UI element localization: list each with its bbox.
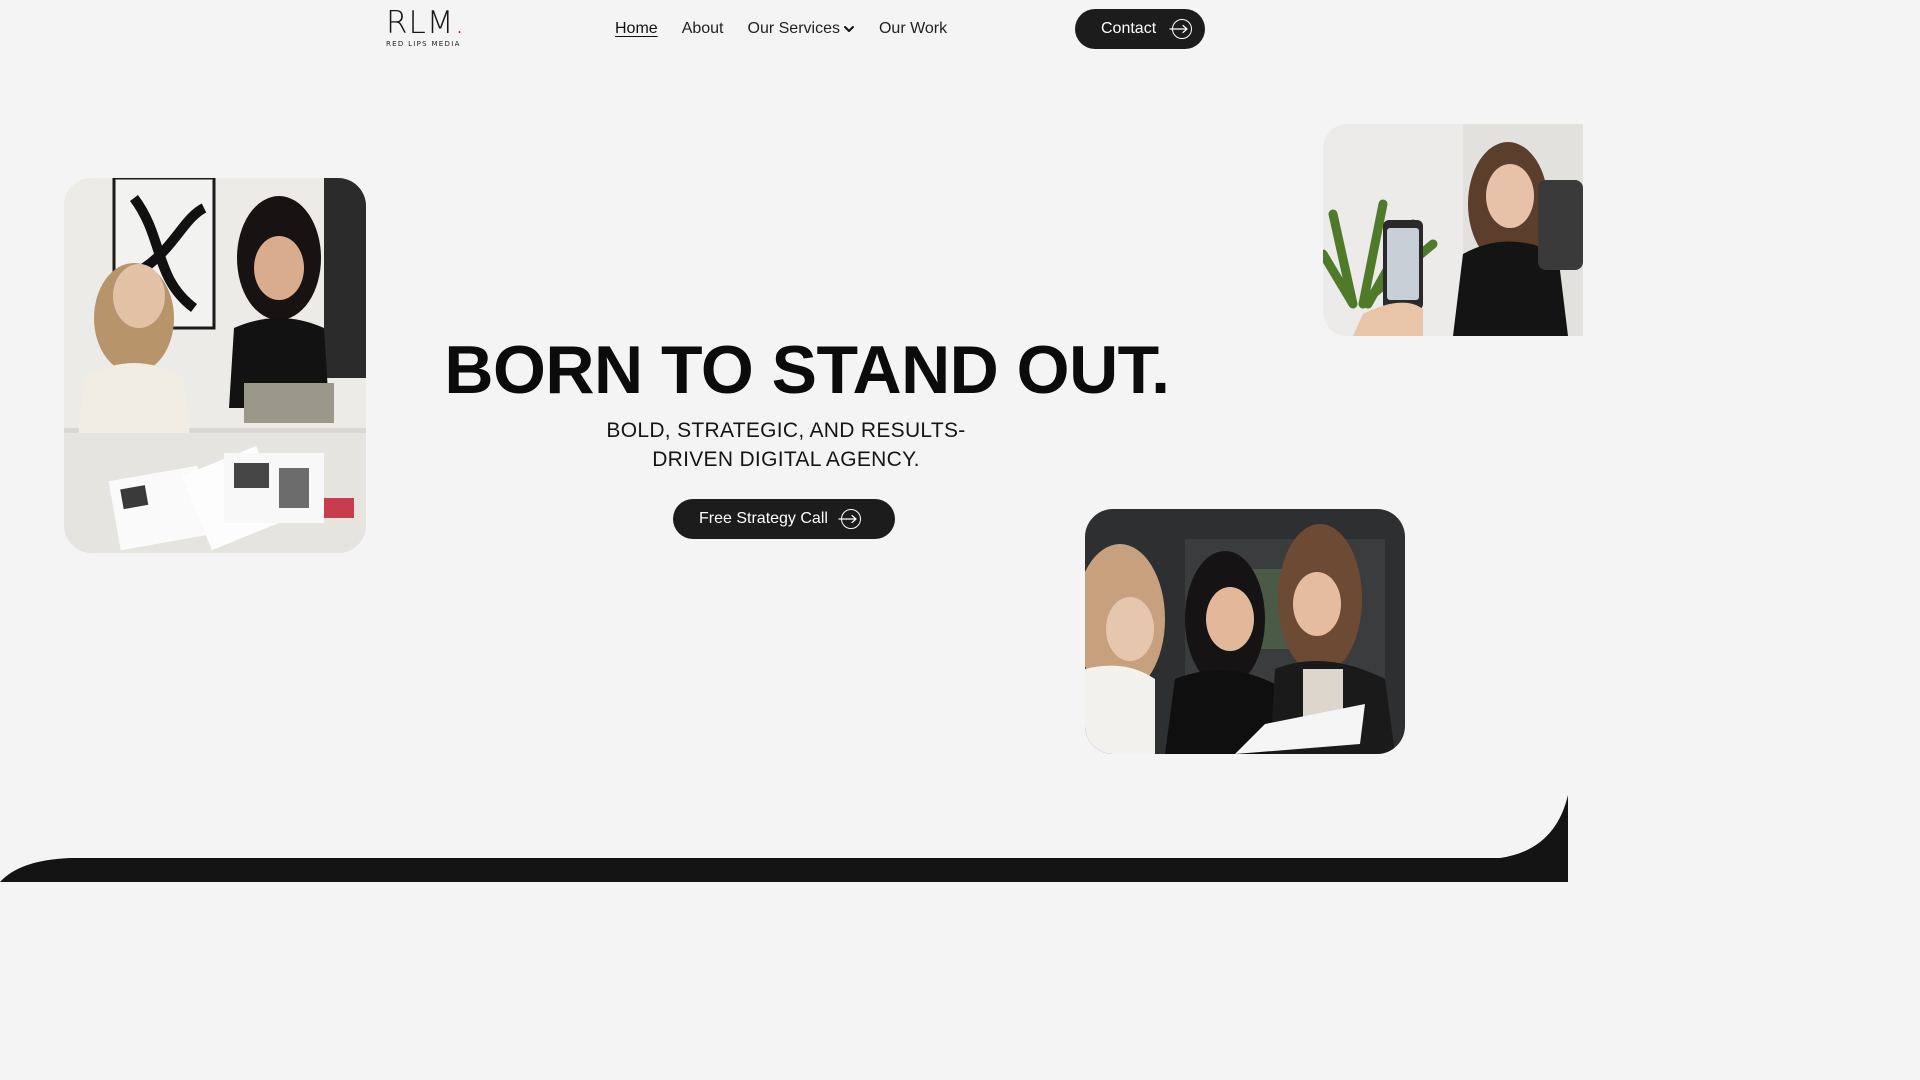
free-strategy-call-button[interactable]: Free Strategy Call <box>673 499 895 539</box>
cta-button-label: Free Strategy Call <box>699 510 828 527</box>
main-nav: Home About Our Services Our Work <box>615 18 947 40</box>
arrow-right-circle-icon <box>1169 19 1192 39</box>
nav-services-label: Our Services <box>747 20 840 37</box>
team-reading-documents-photo <box>1085 509 1405 754</box>
section-divider-shape <box>0 795 1568 882</box>
brand-logo[interactable]: RLM. RED LIPS MEDIA <box>386 5 464 50</box>
logo-dot: . <box>454 5 466 41</box>
team-reviewing-prints-photo <box>64 178 366 553</box>
logo-mark: RLM <box>386 5 455 41</box>
nav-work-link[interactable]: Our Work <box>879 20 947 38</box>
chevron-down-icon <box>843 26 854 32</box>
hero-subtitle: BOLD, STRATEGIC, AND RESULTS-DRIVEN DIGI… <box>606 419 966 471</box>
arrow-right-circle-icon <box>838 509 861 529</box>
logo-subtitle: RED LIPS MEDIA <box>386 40 461 48</box>
team-filming-phone-photo <box>1323 124 1583 336</box>
nav-home-link[interactable]: Home <box>615 20 658 38</box>
nav-about-link[interactable]: About <box>682 20 724 38</box>
contact-button-label: Contact <box>1101 20 1157 37</box>
hero-title: BORN TO STAND OUT. <box>444 332 1170 408</box>
nav-services-link[interactable]: Our Services <box>748 20 855 38</box>
contact-button[interactable]: Contact <box>1075 9 1205 49</box>
